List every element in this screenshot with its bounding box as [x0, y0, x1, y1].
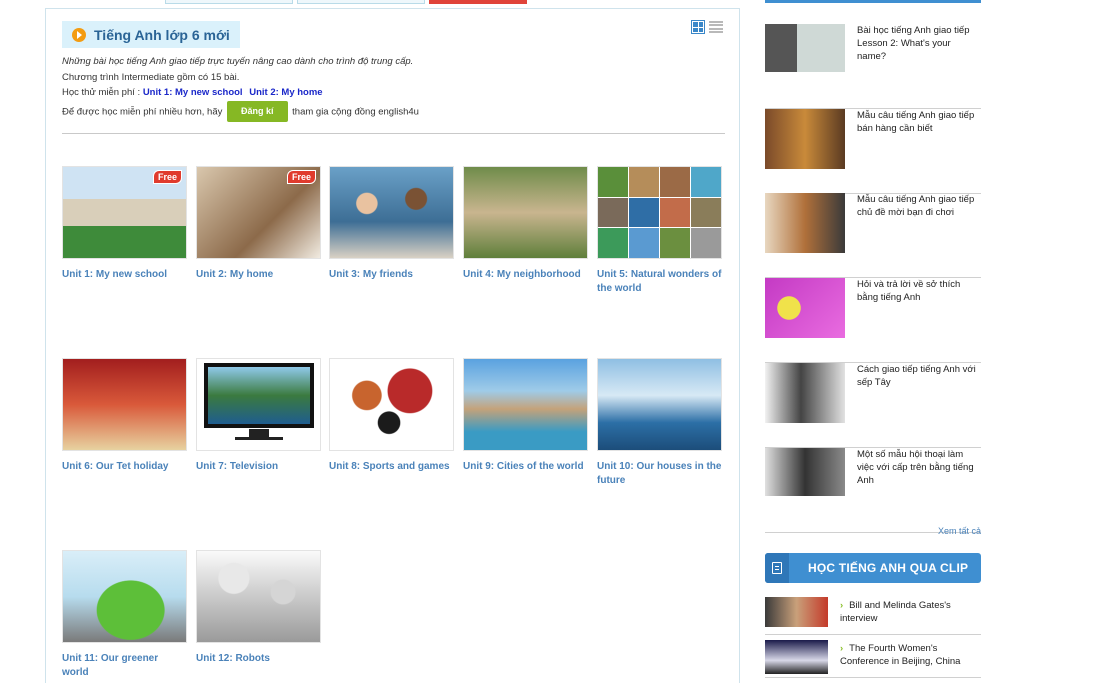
unit-title[interactable]: Unit 9: Cities of the world	[463, 460, 588, 474]
unit-thumbnail[interactable]	[329, 358, 454, 451]
unit-card[interactable]: Unit 3: My friends	[329, 166, 454, 282]
unit-title[interactable]: Unit 1: My new school	[62, 268, 187, 282]
page-heading: Tiếng Anh lớp 6 mới	[62, 21, 240, 48]
unit-card[interactable]: Unit 8: Sports and games	[329, 358, 454, 474]
divider	[62, 133, 725, 134]
unit-thumbnail[interactable]	[463, 166, 588, 259]
top-tab[interactable]	[297, 0, 425, 4]
register-suffix: tham gia cộng đồng english4u	[292, 105, 419, 117]
unit-card[interactable]: Free Unit 1: My new school	[62, 166, 187, 282]
article-title[interactable]: Mẫu câu tiếng Anh giao tiếp bán hàng cần…	[857, 109, 979, 135]
article-title[interactable]: Mẫu câu tiếng Anh giao tiếp chủ đề mời b…	[857, 193, 979, 219]
register-button[interactable]: Đăng kí	[227, 100, 288, 122]
free-badge: Free	[286, 170, 316, 184]
article-thumbnail[interactable]	[765, 109, 845, 169]
clip-item[interactable]: › The Fourth Women's Conference in Beijin…	[765, 640, 981, 678]
unit-card[interactable]: Unit 6: Our Tet holiday	[62, 358, 187, 474]
clip-title[interactable]: Bill and Melinda Gates's interview	[840, 600, 951, 624]
unit-title[interactable]: Unit 7: Television	[196, 460, 321, 474]
unit-title[interactable]: Unit 3: My friends	[329, 268, 454, 282]
tv-image	[204, 363, 314, 428]
sidebar-article[interactable]: Bài học tiếng Anh giao tiếp Lesson 2: Wh…	[765, 24, 981, 109]
unit-thumbnail[interactable]	[62, 358, 187, 451]
chevron-right-icon: ›	[840, 643, 844, 654]
unit-card[interactable]: Unit 5: Natural wonders of the world	[597, 166, 722, 296]
clip-thumbnail[interactable]	[765, 597, 828, 627]
article-title[interactable]: Một số mẫu hội thoại làm việc với cấp tr…	[857, 448, 979, 487]
article-thumbnail[interactable]	[765, 278, 845, 338]
unit-card[interactable]: Unit 11: Our greener world	[62, 550, 187, 680]
unit-title[interactable]: Unit 2: My home	[196, 268, 321, 282]
sidebar-article[interactable]: Mẫu câu tiếng Anh giao tiếp bán hàng cần…	[765, 109, 981, 194]
page: Tiếng Anh lớp 6 mới Những bài học tiếng …	[0, 0, 1107, 683]
unit-title[interactable]: Unit 12: Robots	[196, 652, 321, 666]
clip-title-wrap[interactable]: › Bill and Melinda Gates's interview	[840, 599, 980, 625]
unit-title[interactable]: Unit 5: Natural wonders of the world	[597, 268, 722, 296]
trial-label: Học thử miễn phí :	[62, 87, 141, 98]
unit-thumbnail[interactable]: Free	[62, 166, 187, 259]
article-thumbnail[interactable]	[765, 363, 845, 423]
page-title: Tiếng Anh lớp 6 mới	[94, 26, 230, 43]
sidebar-article[interactable]: Mẫu câu tiếng Anh giao tiếp chủ đề mời b…	[765, 193, 981, 278]
chevron-right-icon: ›	[840, 600, 844, 611]
article-thumbnail[interactable]	[765, 193, 845, 253]
sidebar-article[interactable]: Một số mẫu hội thoại làm việc với cấp tr…	[765, 448, 981, 533]
sidebar-top-bar	[765, 0, 981, 3]
unit-card[interactable]: Unit 7: Television	[196, 358, 321, 474]
article-title[interactable]: Hỏi và trả lời về sở thích bằng tiếng An…	[857, 278, 979, 304]
unit-card[interactable]: Free Unit 2: My home	[196, 166, 321, 282]
clip-title[interactable]: The Fourth Women's Conference in Beijing…	[840, 643, 960, 667]
clip-document-icon	[765, 553, 789, 583]
clip-thumbnail[interactable]	[765, 640, 828, 674]
unit-title[interactable]: Unit 10: Our houses in the future	[597, 460, 722, 488]
see-all-link[interactable]: Xem tất cả	[938, 526, 981, 536]
unit-card[interactable]: Unit 9: Cities of the world	[463, 358, 588, 474]
trial-link-unit-1[interactable]: Unit 1: My new school	[143, 87, 243, 98]
top-tabs	[165, 0, 527, 4]
clip-title-wrap[interactable]: › The Fourth Women's Conference in Beijin…	[840, 642, 980, 668]
top-tab-active[interactable]	[429, 0, 527, 4]
intro-text: Những bài học tiếng Anh giao tiếp trực t…	[62, 54, 419, 122]
unit-card[interactable]: Unit 10: Our houses in the future	[597, 358, 722, 488]
unit-thumbnail[interactable]	[329, 166, 454, 259]
free-badge: Free	[152, 170, 182, 184]
sidebar-article[interactable]: Hỏi và trả lời về sở thích bằng tiếng An…	[765, 278, 981, 363]
clip-section-title: HỌC TIẾNG ANH QUA CLIP	[808, 561, 969, 575]
unit-card[interactable]: Unit 4: My neighborhood	[463, 166, 588, 282]
article-thumbnail[interactable]	[765, 24, 845, 72]
article-title[interactable]: Cách giao tiếp tiếng Anh với sếp Tây	[857, 363, 979, 389]
unit-thumbnail[interactable]	[62, 550, 187, 643]
list-view-icon[interactable]	[709, 20, 723, 34]
clip-item[interactable]: › Bill and Melinda Gates's interview	[765, 597, 981, 635]
article-thumbnail[interactable]	[765, 448, 845, 496]
intro-line-1: Những bài học tiếng Anh giao tiếp trực t…	[62, 56, 414, 67]
unit-thumbnail[interactable]	[597, 358, 722, 451]
view-toggle	[691, 20, 723, 34]
unit-title[interactable]: Unit 6: Our Tet holiday	[62, 460, 187, 474]
register-prefix: Để được học miễn phí nhiều hơn, hãy	[62, 105, 223, 117]
unit-title[interactable]: Unit 4: My neighborhood	[463, 268, 588, 282]
unit-thumbnail[interactable]	[597, 166, 722, 259]
unit-title[interactable]: Unit 11: Our greener world	[62, 652, 187, 680]
grid-view-icon[interactable]	[691, 20, 705, 34]
unit-card[interactable]: Unit 12: Robots	[196, 550, 321, 666]
unit-thumbnail[interactable]	[196, 358, 321, 451]
unit-title[interactable]: Unit 8: Sports and games	[329, 460, 454, 474]
unit-thumbnail[interactable]	[196, 550, 321, 643]
play-circle-icon	[72, 27, 86, 42]
intro-line-2: Chương trình Intermediate gồm có 15 bài.	[62, 71, 240, 83]
article-title[interactable]: Bài học tiếng Anh giao tiếp Lesson 2: Wh…	[857, 24, 979, 63]
main-panel: Tiếng Anh lớp 6 mới Những bài học tiếng …	[45, 8, 740, 683]
trial-line: Học thử miễn phí : Unit 1: My new school…	[62, 85, 419, 101]
sidebar-article[interactable]: Cách giao tiếp tiếng Anh với sếp Tây	[765, 363, 981, 448]
register-line: Để được học miễn phí nhiều hơn, hãy Đăng…	[62, 100, 419, 122]
top-tab[interactable]	[165, 0, 293, 4]
unit-thumbnail[interactable]: Free	[196, 166, 321, 259]
unit-thumbnail[interactable]	[463, 358, 588, 451]
trial-link-unit-2[interactable]: Unit 2: My home	[249, 87, 322, 98]
clip-section-header: HỌC TIẾNG ANH QUA CLIP	[765, 553, 981, 583]
